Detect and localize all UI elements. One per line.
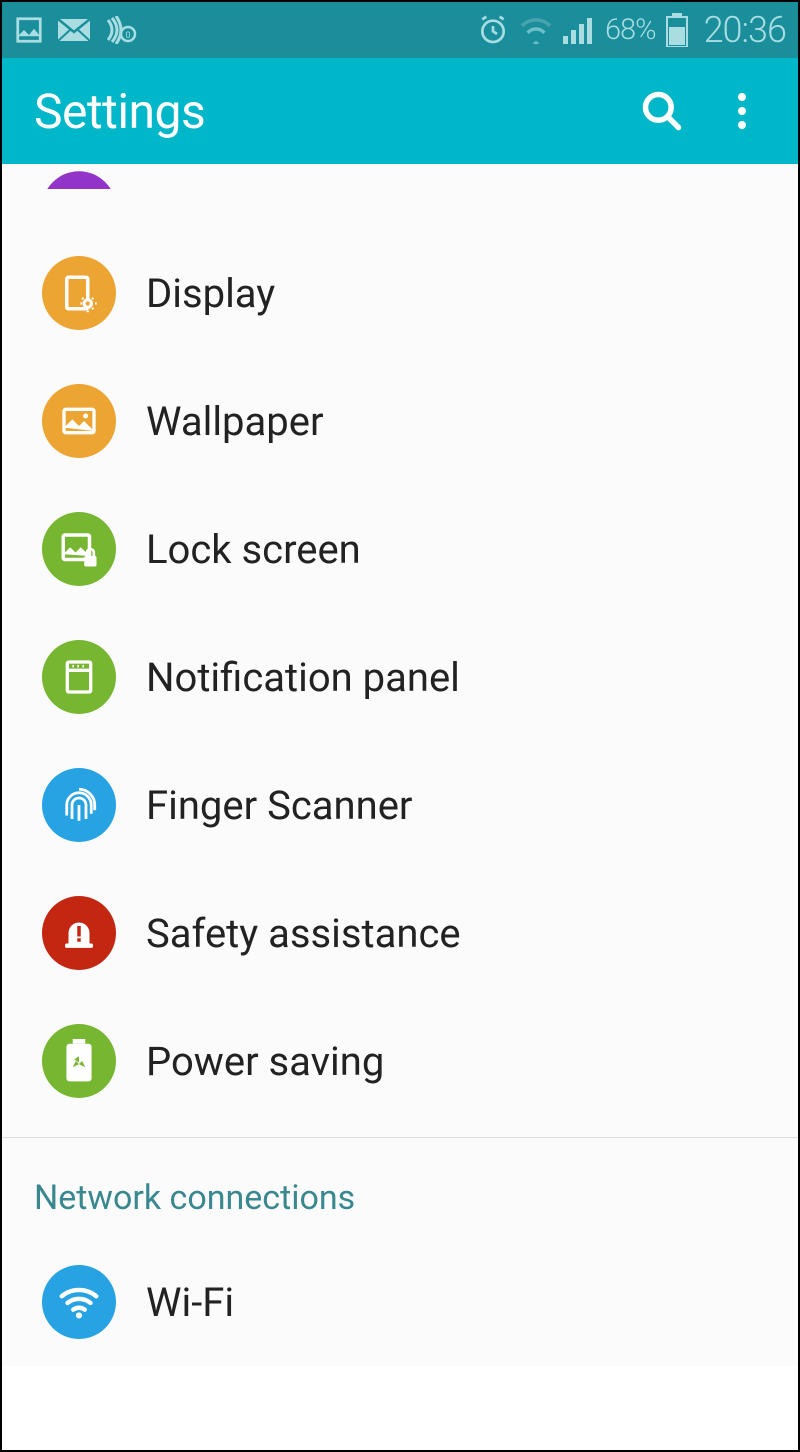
- status-right-icons: 68% 20:36: [477, 9, 786, 51]
- status-bar: 0 68% 20:36: [2, 2, 798, 58]
- svg-text:0: 0: [125, 31, 130, 41]
- settings-item-finger-scanner[interactable]: Finger Scanner: [2, 741, 798, 869]
- emergency-icon: [42, 896, 116, 970]
- speaker-icon: [42, 171, 116, 189]
- fingerprint-icon: [42, 768, 116, 842]
- item-label: Display: [146, 270, 275, 317]
- item-label: Finger Scanner: [146, 782, 412, 829]
- wifi-icon: [42, 1265, 116, 1339]
- item-label: Sounds and notifications: [146, 185, 587, 189]
- mail-icon: [58, 19, 90, 41]
- picture-icon: [14, 15, 44, 45]
- settings-item-wifi[interactable]: Wi-Fi: [2, 1238, 798, 1366]
- settings-list[interactable]: Sounds and notifications Display Wallpap…: [2, 164, 798, 1366]
- item-label: Wi-Fi: [146, 1279, 234, 1326]
- search-button[interactable]: [622, 71, 702, 151]
- battery-recycle-icon: [42, 1024, 116, 1098]
- item-label: Safety assistance: [146, 910, 461, 957]
- display-icon: [42, 256, 116, 330]
- more-button[interactable]: [702, 71, 782, 151]
- app-bar: Settings: [2, 58, 798, 164]
- section-header-network: Network connections: [2, 1138, 798, 1238]
- item-label: Power saving: [146, 1038, 384, 1085]
- settings-item-wallpaper[interactable]: Wallpaper: [2, 357, 798, 485]
- settings-item-safety-assistance[interactable]: Safety assistance: [2, 869, 798, 997]
- hotspot-icon: 0: [104, 16, 138, 44]
- status-left-icons: 0: [14, 15, 477, 45]
- lock-screen-icon: [42, 512, 116, 586]
- item-label: Notification panel: [146, 654, 460, 701]
- settings-item-display[interactable]: Display: [2, 229, 798, 357]
- settings-item-notification-panel[interactable]: Notification panel: [2, 613, 798, 741]
- page-title: Settings: [34, 83, 622, 140]
- clock-text: 20:36: [704, 9, 786, 51]
- battery-percent: 68%: [605, 13, 656, 47]
- settings-item-sounds[interactable]: Sounds and notifications: [2, 164, 798, 189]
- wifi-icon: [519, 16, 553, 44]
- picture-icon: [42, 384, 116, 458]
- settings-item-power-saving[interactable]: Power saving: [2, 997, 798, 1125]
- settings-item-lock-screen[interactable]: Lock screen: [2, 485, 798, 613]
- panel-icon: [42, 640, 116, 714]
- alarm-icon: [477, 14, 509, 46]
- item-label: Lock screen: [146, 526, 361, 573]
- signal-icon: [563, 16, 595, 44]
- battery-icon: [666, 13, 688, 47]
- item-label: Wallpaper: [146, 398, 324, 445]
